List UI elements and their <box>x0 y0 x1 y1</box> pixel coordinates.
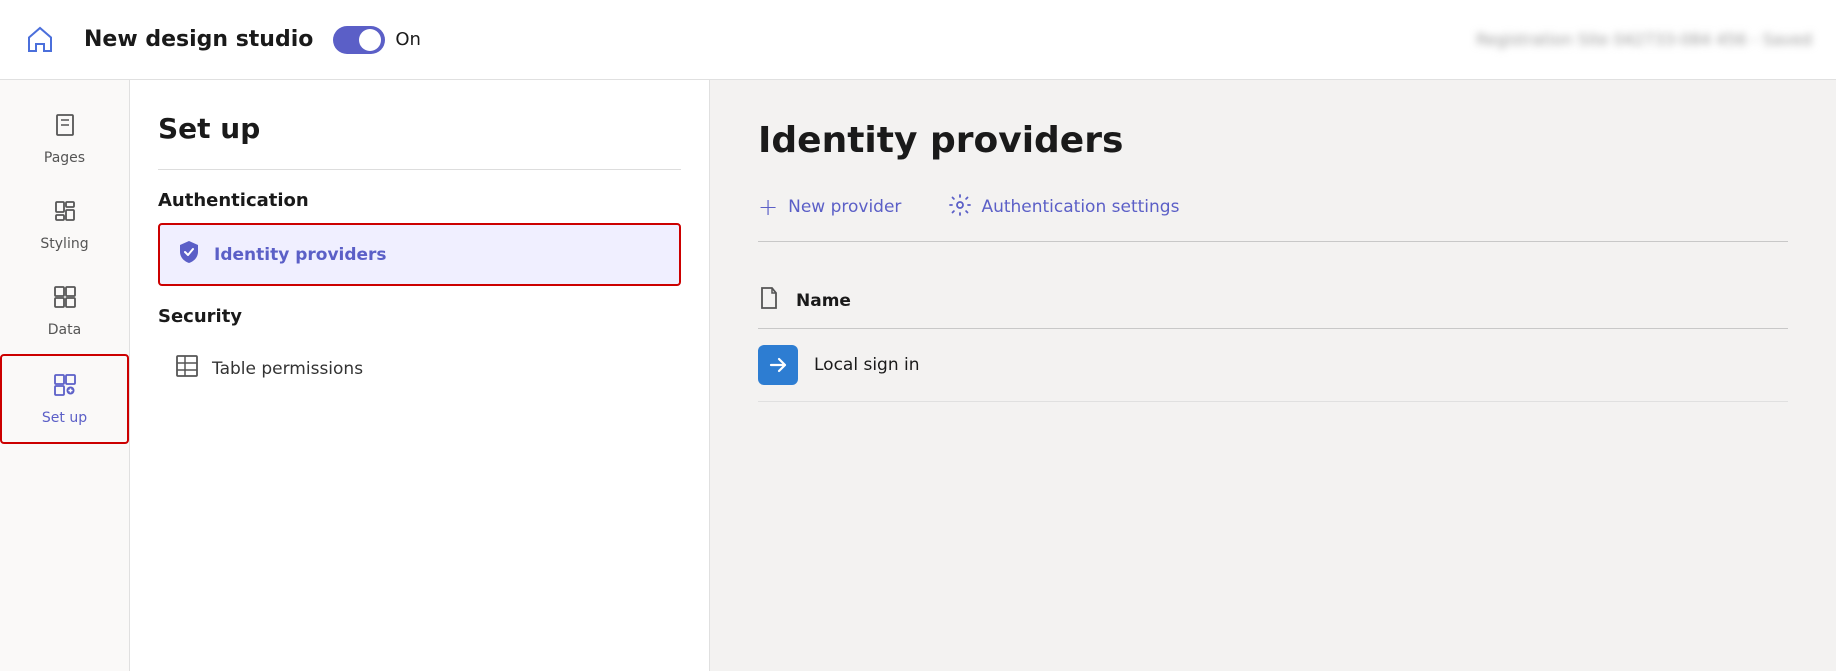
security-section: Security Table permissions <box>158 306 681 398</box>
setup-panel: Set up Authentication Identity providers… <box>130 80 710 671</box>
home-icon[interactable] <box>24 24 56 56</box>
styling-label: Styling <box>40 236 88 252</box>
content-actions: + New provider Authentication settings <box>758 193 1788 242</box>
authentication-section-title: Authentication <box>158 190 681 211</box>
pages-icon <box>52 112 78 144</box>
local-signin-label: Local sign in <box>814 355 920 375</box>
sidebar-item-setup[interactable]: Set up <box>0 354 129 444</box>
sidebar-item-pages[interactable]: Pages <box>0 96 129 182</box>
setup-panel-title: Set up <box>158 112 681 145</box>
table-permissions-label: Table permissions <box>212 359 363 379</box>
setup-icon <box>52 372 78 404</box>
sidebar-item-data[interactable]: Data <box>0 268 129 354</box>
table-permissions-icon <box>174 353 200 384</box>
sidebar-item-styling[interactable]: Styling <box>0 182 129 268</box>
plus-icon: + <box>758 193 778 221</box>
app-title: New design studio <box>84 27 313 52</box>
styling-icon <box>52 198 78 230</box>
content-area: Identity providers + New provider Authen… <box>710 80 1836 671</box>
toggle-label: On <box>395 29 421 50</box>
table-header: Name <box>758 274 1788 329</box>
auth-settings-label: Authentication settings <box>981 197 1179 217</box>
table-row[interactable]: Local sign in <box>758 329 1788 402</box>
new-provider-label: New provider <box>788 197 901 217</box>
icon-nav: Pages Styling <box>0 80 130 671</box>
content-title: Identity providers <box>758 120 1788 161</box>
table-header-name: Name <box>796 291 851 311</box>
table-header-icon <box>758 286 780 316</box>
authentication-section: Authentication Identity providers <box>158 190 681 286</box>
gear-icon <box>949 194 971 221</box>
toggle-container: On <box>333 26 421 54</box>
auth-settings-button[interactable]: Authentication settings <box>949 194 1179 221</box>
pages-label: Pages <box>44 150 85 166</box>
new-design-toggle[interactable] <box>333 26 385 54</box>
local-signin-icon <box>758 345 798 385</box>
identity-providers-item[interactable]: Identity providers <box>158 223 681 286</box>
shield-check-icon <box>176 239 202 270</box>
data-icon <box>52 284 78 316</box>
data-label: Data <box>48 322 81 338</box>
topbar: New design studio On Registration Site 0… <box>0 0 1836 80</box>
saved-status: Registration Site 042733-084 456 - Saved <box>1476 30 1812 49</box>
table-permissions-item[interactable]: Table permissions <box>158 339 681 398</box>
new-provider-button[interactable]: + New provider <box>758 193 901 221</box>
identity-providers-label: Identity providers <box>214 245 387 265</box>
setup-label: Set up <box>42 410 87 426</box>
security-section-title: Security <box>158 306 681 327</box>
main-layout: Pages Styling <box>0 80 1836 671</box>
